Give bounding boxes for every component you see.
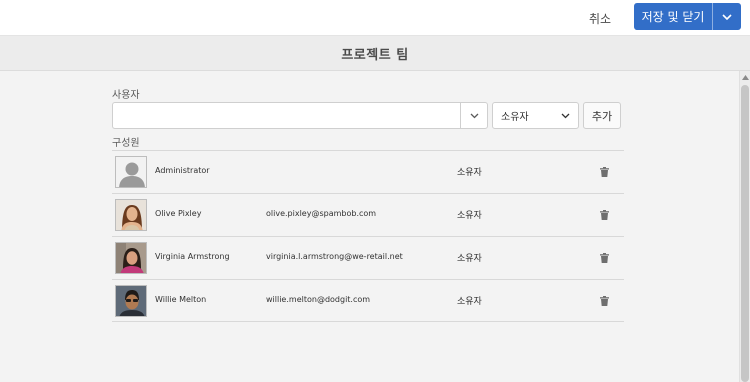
role-select[interactable]: 소유자 bbox=[492, 102, 579, 129]
user-dropdown-button[interactable] bbox=[460, 102, 488, 129]
scroll-up-arrow-icon[interactable] bbox=[740, 71, 750, 83]
member-email: virginia.l.armstrong@we-retail.net bbox=[266, 252, 403, 261]
members-list: Administrator 소유자 Olive Pixley olive.pix… bbox=[112, 150, 624, 322]
delete-member-button[interactable] bbox=[597, 251, 611, 265]
trash-icon bbox=[599, 253, 609, 263]
add-member-button[interactable]: 추가 bbox=[583, 102, 621, 129]
member-name: Virginia Armstrong bbox=[155, 252, 230, 261]
member-row: Virginia Armstrong virginia.l.armstrong@… bbox=[112, 236, 624, 279]
member-role: 소유자 bbox=[457, 211, 482, 221]
member-email: olive.pixley@spambob.com bbox=[266, 209, 377, 218]
member-name: Willie Melton bbox=[155, 295, 207, 304]
cancel-button[interactable]: 취소 bbox=[578, 8, 622, 28]
user-search-input[interactable] bbox=[112, 102, 460, 129]
user-photo bbox=[116, 286, 146, 316]
delete-member-button[interactable] bbox=[597, 165, 611, 179]
member-row: Willie Melton willie.melton@dodgit.com 소… bbox=[112, 279, 624, 322]
user-photo bbox=[116, 243, 146, 273]
member-role: 소유자 bbox=[457, 254, 482, 264]
avatar bbox=[115, 242, 147, 274]
default-user-icon bbox=[116, 157, 146, 187]
save-button-group: 저장 및 닫기 bbox=[634, 3, 741, 30]
chevron-down-icon bbox=[470, 113, 478, 118]
title-bar: 프로젝트 팀 bbox=[0, 36, 750, 71]
trash-icon bbox=[599, 167, 609, 177]
user-photo bbox=[116, 200, 146, 230]
chevron-down-icon bbox=[722, 13, 732, 20]
page-title: 프로젝트 팀 bbox=[341, 47, 409, 63]
delete-member-button[interactable] bbox=[597, 208, 611, 222]
chevron-down-icon bbox=[561, 113, 570, 118]
user-section-label: 사용자 bbox=[112, 90, 140, 101]
member-email: willie.melton@dodgit.com bbox=[266, 295, 371, 304]
save-options-toggle[interactable] bbox=[713, 3, 741, 30]
avatar bbox=[115, 285, 147, 317]
member-name: Olive Pixley bbox=[155, 209, 202, 218]
vertical-scrollbar[interactable] bbox=[739, 71, 750, 382]
role-select-value: 소유자 bbox=[501, 112, 529, 123]
members-section-label: 구성원 bbox=[112, 138, 140, 149]
trash-icon bbox=[599, 210, 609, 220]
member-row: Olive Pixley olive.pixley@spambob.com 소유… bbox=[112, 193, 624, 236]
member-role: 소유자 bbox=[457, 297, 482, 307]
member-role: 소유자 bbox=[457, 168, 482, 178]
scrollbar-thumb[interactable] bbox=[741, 85, 749, 382]
save-and-close-button[interactable]: 저장 및 닫기 bbox=[634, 3, 712, 30]
avatar bbox=[115, 199, 147, 231]
member-row: Administrator 소유자 bbox=[112, 150, 624, 193]
avatar bbox=[115, 156, 147, 188]
top-toolbar: 취소 저장 및 닫기 bbox=[0, 0, 750, 36]
delete-member-button[interactable] bbox=[597, 294, 611, 308]
trash-icon bbox=[599, 296, 609, 306]
member-name: Administrator bbox=[155, 166, 210, 175]
